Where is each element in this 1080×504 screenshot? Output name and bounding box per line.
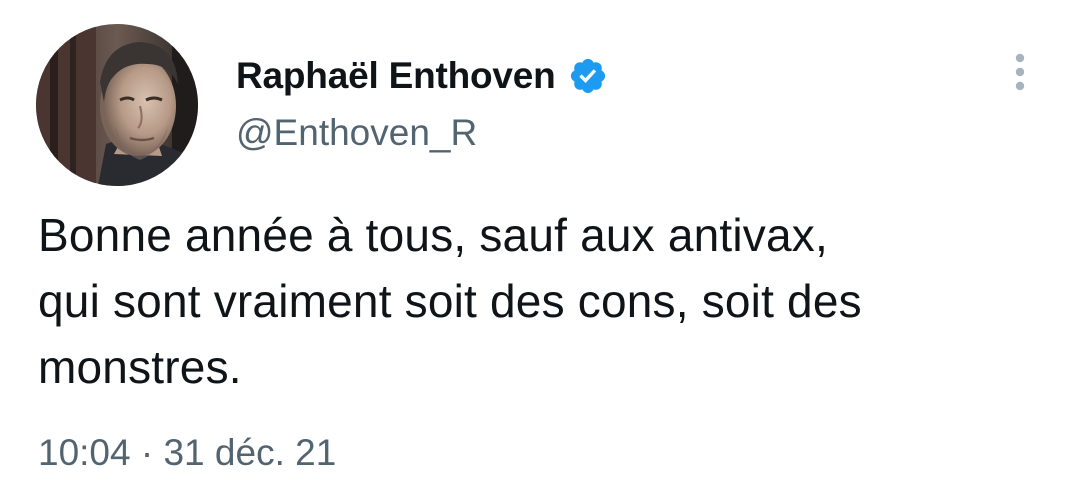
author-handle[interactable]: @Enthoven_R <box>236 112 608 154</box>
tweet: Raphaël Enthoven @Enthoven_R Bonne année… <box>0 0 1080 504</box>
tweet-text-line: qui sont vraiment soit des cons, soit de… <box>38 275 862 327</box>
tweet-time[interactable]: 10:04 <box>38 432 131 473</box>
tweet-date[interactable]: 31 déc. 21 <box>163 432 336 473</box>
avatar[interactable] <box>36 24 198 186</box>
author-block: Raphaël Enthoven @Enthoven_R <box>236 54 608 154</box>
meta-separator: · <box>140 432 154 473</box>
tweet-timestamp: 10:04 · 31 déc. 21 <box>38 432 336 474</box>
avatar-photo <box>36 24 198 186</box>
tweet-text: Bonne année à tous, sauf aux antivax, qu… <box>38 202 1048 400</box>
verified-badge-icon[interactable] <box>568 56 608 96</box>
author-name-row: Raphaël Enthoven <box>236 54 608 98</box>
author-display-name[interactable]: Raphaël Enthoven <box>236 55 556 97</box>
more-vertical-icon[interactable] <box>1006 52 1034 92</box>
tweet-text-line: Bonne année à tous, sauf aux antivax, <box>38 209 828 261</box>
tweet-text-line: monstres. <box>38 341 242 393</box>
